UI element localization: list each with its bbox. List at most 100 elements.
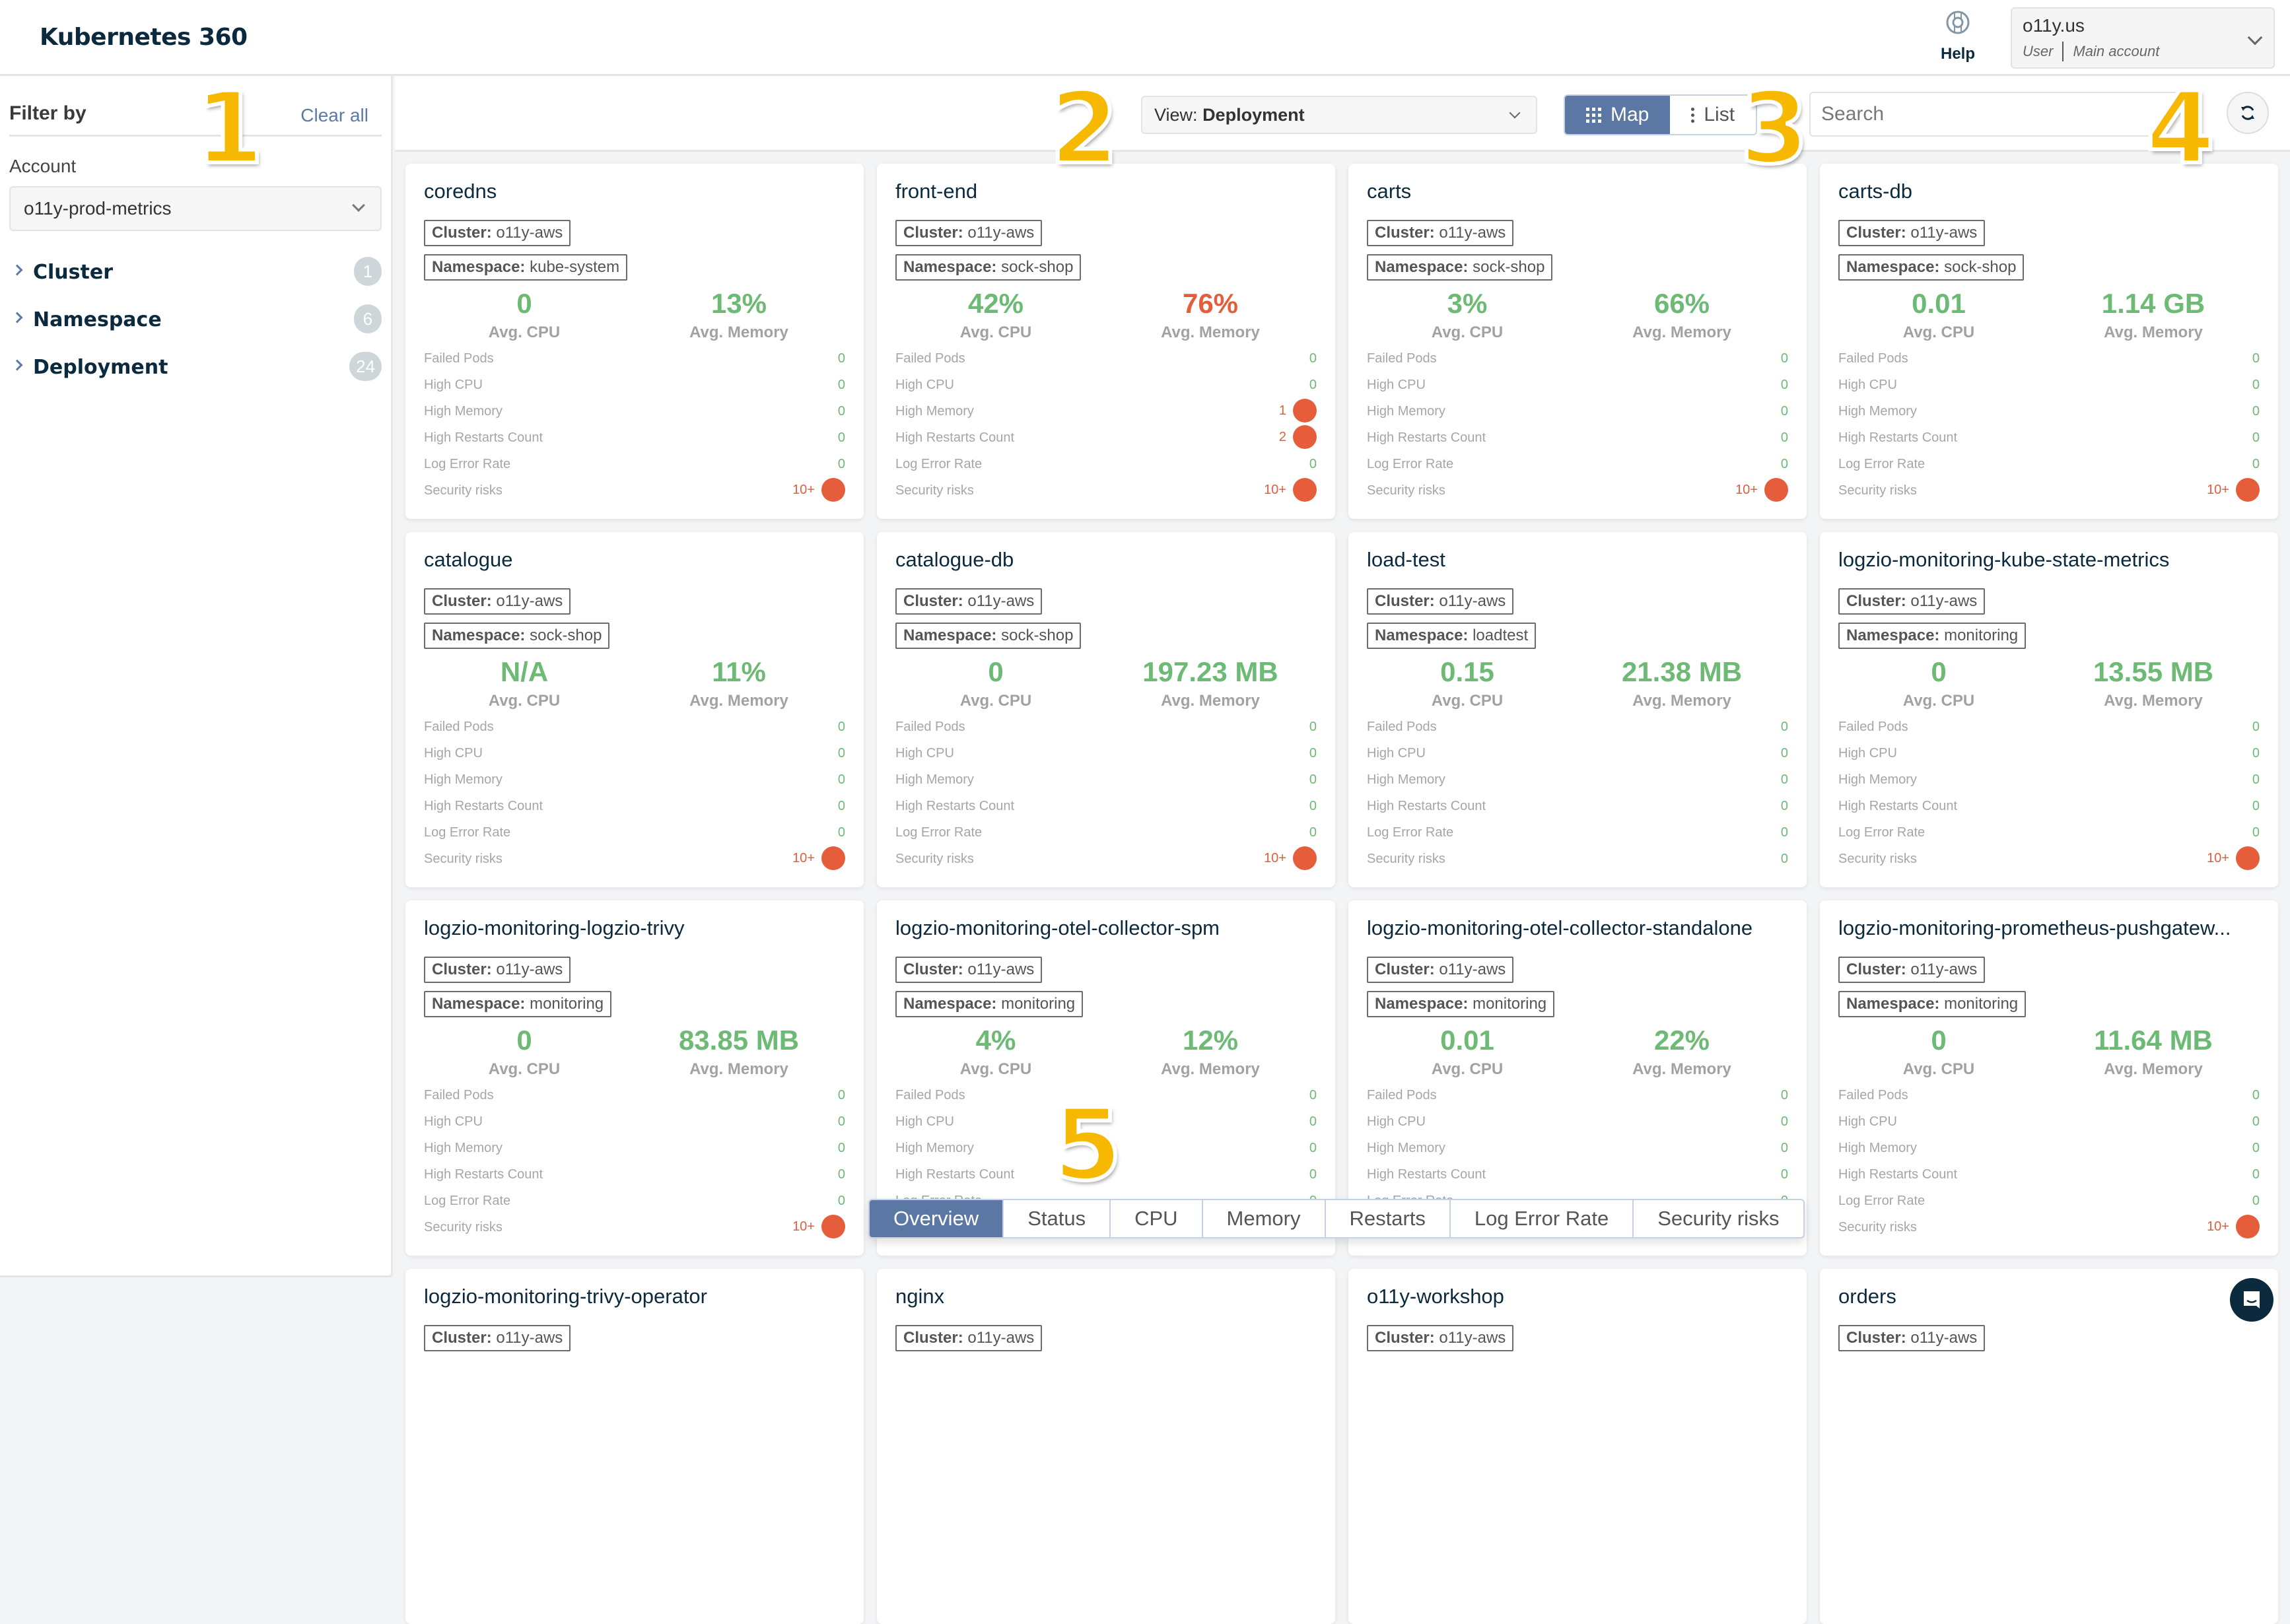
- deployment-name[interactable]: logzio-monitoring-prometheus-pushgatew..…: [1838, 916, 2260, 940]
- cluster-tag: Cluster: o11y-aws: [1367, 220, 1514, 246]
- list-label: List: [1704, 104, 1735, 125]
- cluster-tag: Cluster: o11y-aws: [1838, 1325, 1986, 1351]
- avg-memory-label: Avg. Memory: [1632, 1060, 1731, 1078]
- tab-log-error-rate[interactable]: Log Error Rate: [1451, 1200, 1634, 1237]
- deployment-card[interactable]: logzio-monitoring-logzio-trivy Cluster: o…: [405, 900, 864, 1256]
- deployment-name[interactable]: o11y-workshop: [1367, 1285, 1788, 1308]
- deployment-name[interactable]: logzio-monitoring-otel-collector-spm: [895, 916, 1317, 940]
- tab-memory[interactable]: Memory: [1203, 1200, 1326, 1237]
- metric-value-text: 0: [2252, 720, 2260, 734]
- metric-label: High Restarts Count: [424, 1167, 543, 1182]
- metric-label: Security risks: [1367, 852, 1445, 866]
- metric-value-text: 0: [837, 746, 845, 761]
- metric-value-text: 0: [837, 404, 845, 419]
- metric-value[interactable]: 10+: [2207, 1215, 2260, 1238]
- alert-dot-icon: [821, 478, 845, 502]
- metric-label: High Restarts Count: [424, 430, 543, 445]
- deployment-card[interactable]: catalogue Cluster: o11y-aws Namespace: soc…: [405, 532, 864, 887]
- deployment-name[interactable]: logzio-monitoring-trivy-operator: [424, 1285, 845, 1308]
- help-button[interactable]: Help: [1928, 9, 1988, 63]
- tab-security-risks[interactable]: Security risks: [1634, 1200, 1803, 1237]
- metric-label: Failed Pods: [424, 720, 494, 734]
- avg-cpu-label: Avg. CPU: [1431, 1060, 1504, 1078]
- deployment-card[interactable]: logzio-monitoring-trivy-operator Cluster:…: [405, 1269, 864, 1624]
- refresh-button[interactable]: [2227, 92, 2269, 134]
- tab-cpu[interactable]: CPU: [1111, 1200, 1203, 1237]
- avg-memory-label: Avg. Memory: [689, 1060, 788, 1078]
- avg-cpu-value: 0: [516, 1025, 532, 1056]
- metric-value-text: 10+: [1735, 482, 1758, 497]
- annotation-marker: 4: [2144, 71, 2217, 186]
- metric-value[interactable]: 1: [1279, 399, 1317, 423]
- deployment-name[interactable]: logzio-monitoring-logzio-trivy: [424, 916, 845, 940]
- metric-label: Failed Pods: [424, 1088, 494, 1102]
- metric-row-log-error-rate: Log Error Rate 0: [1838, 821, 2260, 848]
- deployment-card[interactable]: o11y-workshop Cluster: o11y-aws: [1348, 1269, 1807, 1624]
- metric-value: 0: [838, 1141, 845, 1156]
- metric-row-log-error-rate: Log Error Rate 0: [1367, 453, 1788, 479]
- deployment-name[interactable]: catalogue: [424, 548, 845, 572]
- deployment-name[interactable]: carts: [1367, 180, 1788, 203]
- facet-deployment[interactable]: Deployment 24: [9, 348, 382, 388]
- tab-restarts[interactable]: Restarts: [1326, 1200, 1451, 1237]
- deployment-card[interactable]: orders Cluster: o11y-aws: [1820, 1269, 2278, 1624]
- deployment-card[interactable]: carts Cluster: o11y-aws Namespace: sock-sh…: [1348, 164, 1807, 519]
- facet-namespace[interactable]: Namespace 6: [9, 300, 382, 340]
- search-input[interactable]: [1809, 92, 2191, 137]
- deployment-card[interactable]: logzio-monitoring-prometheus-pushgatew..…: [1820, 900, 2278, 1256]
- deployment-card[interactable]: coredns Cluster: o11y-aws Namespace: kube-…: [405, 164, 864, 519]
- metric-value-text: 1: [1278, 403, 1286, 418]
- metric-value[interactable]: 10+: [1735, 478, 1788, 502]
- view-select[interactable]: View: Deployment: [1141, 96, 1537, 134]
- tab-overview[interactable]: Overview: [870, 1200, 1004, 1237]
- account-switcher[interactable]: o11y.us User Main account: [2011, 7, 2275, 69]
- deployment-name[interactable]: coredns: [424, 180, 845, 203]
- metric-value[interactable]: 10+: [2207, 846, 2260, 870]
- metric-value-text: 0: [2252, 404, 2260, 419]
- deployment-name[interactable]: load-test: [1367, 548, 1788, 572]
- deployment-card[interactable]: catalogue-db Cluster: o11y-aws Namespace: …: [877, 532, 1335, 887]
- deployment-name[interactable]: nginx: [895, 1285, 1317, 1308]
- alert-dot-icon: [2236, 478, 2260, 502]
- metric-value: 0: [838, 404, 845, 419]
- metric-value[interactable]: 10+: [792, 1215, 845, 1238]
- deployment-card[interactable]: carts-db Cluster: o11y-aws Namespace: sock…: [1820, 164, 2278, 519]
- deployment-name[interactable]: logzio-monitoring-kube-state-metrics: [1838, 548, 2260, 572]
- metric-value[interactable]: 10+: [1264, 478, 1317, 502]
- deployment-card[interactable]: front-end Cluster: o11y-aws Namespace: soc…: [877, 164, 1335, 519]
- deployment-name[interactable]: logzio-monitoring-otel-collector-standal…: [1367, 916, 1788, 940]
- facet-cluster[interactable]: Cluster 1: [9, 253, 382, 292]
- deployment-name[interactable]: catalogue-db: [895, 548, 1317, 572]
- namespace-tag-value: monitoring: [1944, 626, 2019, 644]
- metric-value-text: 0: [1309, 1088, 1317, 1102]
- metric-value-text: 0: [1309, 457, 1317, 471]
- cluster-tag-label: Cluster:: [1375, 1329, 1435, 1347]
- namespace-tag-label: Namespace:: [903, 258, 997, 276]
- namespace-tag: Namespace: sock-shop: [895, 254, 1082, 281]
- metric-value[interactable]: 10+: [792, 478, 845, 502]
- metric-value-text: 0: [1780, 430, 1788, 445]
- deployment-card[interactable]: nginx Cluster: o11y-aws: [877, 1269, 1335, 1624]
- metric-row-failed-pods: Failed Pods 0: [1367, 716, 1788, 742]
- map-view-button[interactable]: Map: [1565, 96, 1671, 134]
- clear-all-link[interactable]: Clear all: [300, 105, 368, 126]
- metric-value[interactable]: 10+: [1264, 846, 1317, 870]
- alert-dot-icon: [1293, 425, 1317, 449]
- chat-button[interactable]: [2230, 1278, 2273, 1322]
- tab-status[interactable]: Status: [1004, 1200, 1111, 1237]
- metric-label: High Restarts Count: [1838, 430, 1958, 445]
- deployment-card[interactable]: load-test Cluster: o11y-aws Namespace: loa…: [1348, 532, 1807, 887]
- metric-value: 0: [1309, 1114, 1317, 1130]
- namespace-tag-label: Namespace:: [1375, 626, 1469, 644]
- metric-value[interactable]: 10+: [792, 846, 845, 870]
- deployment-card[interactable]: logzio-monitoring-kube-state-metrics Clus…: [1820, 532, 2278, 887]
- metric-value-text: 0: [1780, 1141, 1788, 1155]
- metric-row-high-cpu: High CPU 0: [895, 374, 1317, 400]
- metric-value[interactable]: 10+: [2207, 478, 2260, 502]
- deployment-name[interactable]: orders: [1838, 1285, 2260, 1308]
- alert-dot-icon: [821, 1215, 845, 1238]
- cluster-tag-value: o11y-aws: [967, 224, 1035, 242]
- account-filter-select[interactable]: o11y-prod-metrics: [9, 186, 382, 231]
- metric-value[interactable]: 2: [1279, 425, 1317, 449]
- metric-row-high-memory: High Memory 0: [424, 400, 845, 426]
